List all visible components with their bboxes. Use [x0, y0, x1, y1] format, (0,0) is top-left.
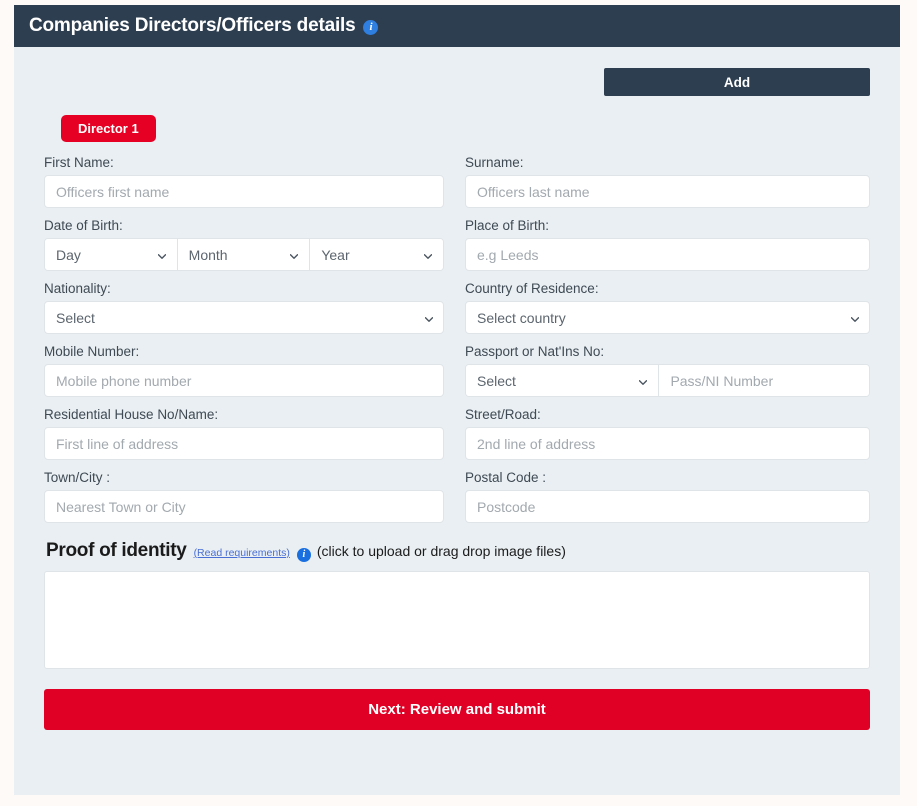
proof-of-identity-header: Proof of identity (Read requirements) i … [46, 540, 870, 562]
form-row-name: First Name: Surname: [44, 155, 870, 208]
page-root: Companies Directors/Officers details i A… [0, 0, 917, 806]
house-number-label: Residential House No/Name: [44, 407, 219, 422]
dob-year-cell: Year [310, 239, 443, 270]
read-requirements-link[interactable]: (Read requirements) [194, 547, 290, 559]
street-input[interactable] [465, 427, 870, 460]
dob-month-select[interactable]: Month [177, 239, 310, 270]
mobile-number-input[interactable] [44, 364, 444, 397]
place-of-birth-input[interactable] [465, 238, 870, 271]
place-of-birth-label: Place of Birth: [465, 218, 550, 233]
surname-input[interactable] [465, 175, 870, 208]
country-of-residence-select[interactable]: Select country [465, 301, 870, 334]
form-row-contact: Mobile Number: Passport or Nat'Ins No: S… [44, 344, 870, 397]
form-row-address1: Residential House No/Name: Street/Road: [44, 407, 870, 460]
file-dropzone[interactable] [44, 571, 870, 669]
first-name-label: First Name: [44, 155, 114, 170]
tab-director-1[interactable]: Director 1 [61, 115, 156, 142]
town-city-input[interactable] [44, 490, 444, 523]
director-form: First Name: Surname: Date of Birth: Day [44, 155, 870, 523]
field-postal-code: Postal Code : [457, 470, 870, 523]
passport-number-input[interactable] [659, 365, 869, 396]
field-surname: Surname: [457, 155, 870, 208]
field-street: Street/Road: [457, 407, 870, 460]
passport-type-cell: Select [466, 365, 660, 396]
dob-day-select[interactable]: Day [45, 239, 177, 270]
field-nationality: Nationality: Select [44, 281, 457, 334]
nationality-select[interactable]: Select [44, 301, 444, 334]
passport-type-select[interactable]: Select [466, 365, 659, 396]
country-of-residence-label: Country of Residence: [465, 281, 599, 296]
postal-code-input[interactable] [465, 490, 870, 523]
nationality-label: Nationality: [44, 281, 111, 296]
page-header: Companies Directors/Officers details i [14, 5, 900, 47]
form-row-address2: Town/City : Postal Code : [44, 470, 870, 523]
dob-month-cell: Month [177, 239, 311, 270]
mobile-number-label: Mobile Number: [44, 344, 140, 359]
country-select-wrap: Select country [465, 301, 870, 334]
form-row-birth: Date of Birth: Day Month Year Place of B… [44, 218, 870, 271]
date-of-birth-group: Day Month Year [44, 238, 444, 271]
director-tabs: Director 1 [61, 115, 870, 142]
form-panel: Add Director 1 First Name: Surname: Da [14, 47, 900, 795]
passport-combo-group: Select [465, 364, 870, 397]
dob-year-select[interactable]: Year [310, 239, 443, 270]
page-title: Companies Directors/Officers details [29, 15, 356, 36]
field-country-of-residence: Country of Residence: Select country [457, 281, 870, 334]
house-number-input[interactable] [44, 427, 444, 460]
info-circle-icon[interactable]: i [363, 19, 379, 35]
town-city-label: Town/City : [44, 470, 111, 485]
form-row-nationality: Nationality: Select Country of Residence… [44, 281, 870, 334]
date-of-birth-label: Date of Birth: [44, 218, 123, 233]
toolbar: Add [44, 68, 870, 96]
first-name-input[interactable] [44, 175, 444, 208]
field-place-of-birth: Place of Birth: [457, 218, 870, 271]
dob-day-cell: Day [45, 239, 178, 270]
add-director-button[interactable]: Add [604, 68, 870, 96]
upload-hint-text: (click to upload or drag drop image file… [316, 543, 566, 559]
field-date-of-birth: Date of Birth: Day Month Year [44, 218, 457, 271]
postal-code-label: Postal Code : [465, 470, 547, 485]
proof-of-identity-title: Proof of identity [46, 540, 187, 561]
surname-label: Surname: [465, 155, 524, 170]
field-first-name: First Name: [44, 155, 457, 208]
field-mobile-number: Mobile Number: [44, 344, 457, 397]
next-review-submit-button[interactable]: Next: Review and submit [44, 689, 870, 730]
street-label: Street/Road: [465, 407, 541, 422]
nationality-select-wrap: Select [44, 301, 444, 334]
field-town-city: Town/City : [44, 470, 457, 523]
field-house-number: Residential House No/Name: [44, 407, 457, 460]
passport-label: Passport or Nat'Ins No: [465, 344, 605, 359]
info-circle-icon[interactable]: i [296, 548, 311, 562]
field-passport: Passport or Nat'Ins No: Select [457, 344, 870, 397]
